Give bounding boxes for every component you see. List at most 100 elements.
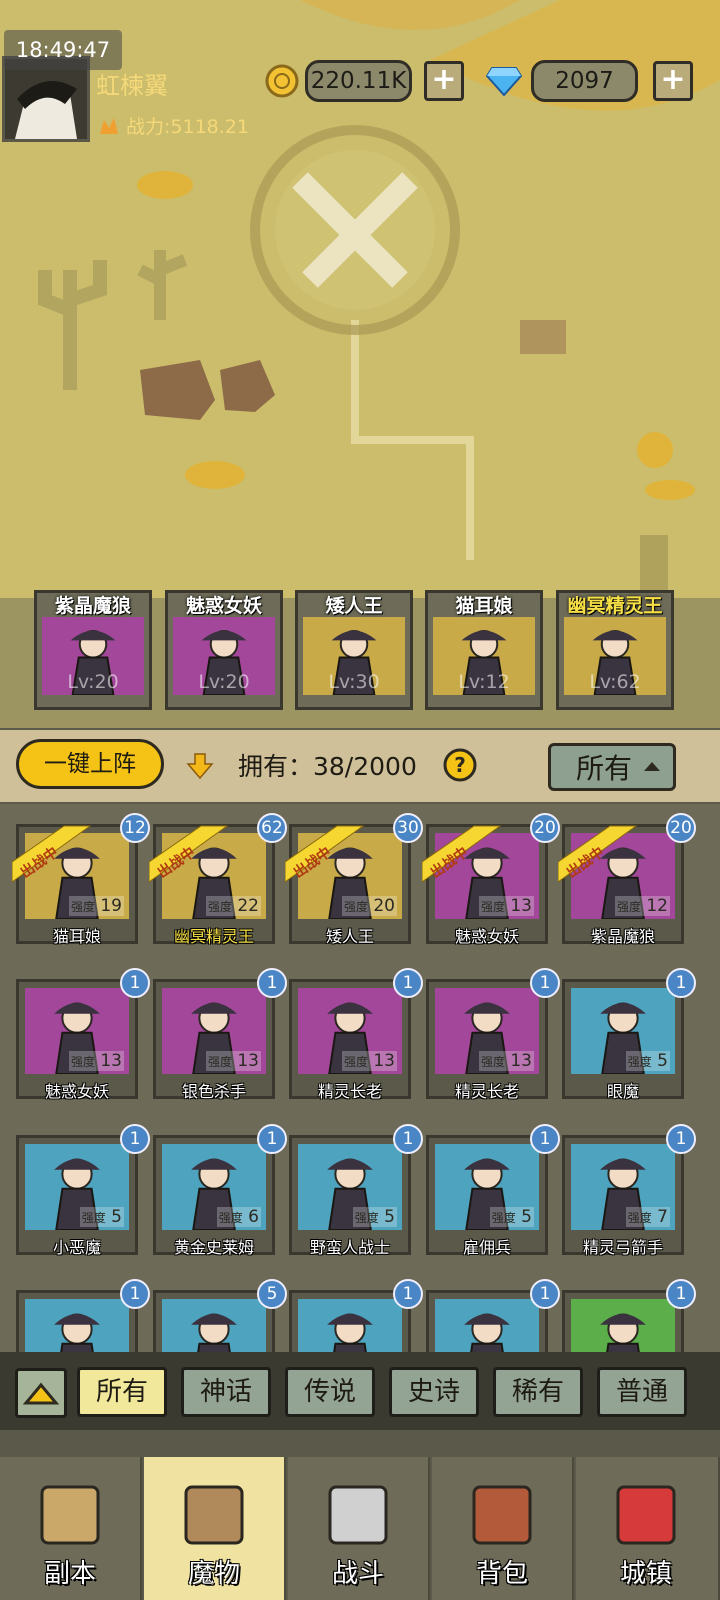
count-badge: 1 (530, 1279, 560, 1309)
strength-value: 强度 7 (625, 1207, 670, 1227)
monster-name: 银色杀手 (181, 1082, 246, 1101)
strength-value: 强度 13 (68, 1051, 124, 1071)
monster-name: 精灵弓箭手 (582, 1238, 663, 1257)
strength-value: 强度 22 (205, 896, 261, 916)
monster-card[interactable]: 强度 5 野蛮人战士 1 (289, 1124, 423, 1259)
help-icon[interactable]: ? (443, 748, 477, 782)
lineup-level: Lv:62 (589, 671, 641, 693)
nav-item[interactable]: 魔物 (144, 1457, 286, 1600)
count-badge: 1 (393, 968, 423, 998)
lineup-slot[interactable]: 魅惑女妖 Lv:20 (165, 590, 283, 710)
monster-card[interactable]: 强度 13 魅惑女妖 1 (16, 968, 150, 1103)
rarity-tab[interactable]: 稀有 (493, 1367, 583, 1417)
monster-name: 雇佣兵 (462, 1238, 511, 1257)
triangle-up-icon (22, 1382, 60, 1405)
count-badge: 1 (530, 1124, 560, 1154)
count-badge: 1 (120, 968, 150, 998)
strength-number: 5 (651, 1051, 668, 1071)
strength-key: 强度 (354, 1211, 379, 1225)
lineup-slot[interactable]: 紫晶魔狼 Lv:20 (34, 590, 152, 710)
lineup-name: 魅惑女妖 (185, 595, 262, 617)
monster-card[interactable]: 强度 13 精灵长老 1 (289, 968, 423, 1103)
monster-name: 小恶魔 (52, 1238, 101, 1257)
monster-card[interactable]: 强度 22 幽冥精灵王 62 出战中 (149, 813, 287, 948)
strength-key: 强度 (627, 1055, 652, 1069)
monster-card[interactable]: 强度 13 银色杀手 1 (153, 968, 287, 1103)
monster-card[interactable]: 强度 5 小恶魔 1 (16, 1124, 150, 1259)
strength-number: 13 (94, 1051, 122, 1071)
strength-number: 13 (504, 896, 532, 916)
strength-number: 7 (651, 1207, 668, 1227)
monster-card[interactable]: 5 (153, 1279, 287, 1352)
monster-card[interactable]: 1 (426, 1279, 560, 1352)
monster-helmet-icon (180, 1477, 248, 1549)
gem-amount: 2097 (531, 60, 638, 102)
strength-value: 强度 6 (216, 1207, 261, 1227)
rarity-tab[interactable]: 普通 (597, 1367, 687, 1417)
monster-card[interactable]: 强度 20 矮人王 30 出战中 (285, 813, 423, 948)
lineup-slot[interactable]: 猫耳娘 Lv:12 (425, 590, 543, 710)
nav-item[interactable]: 战斗 (288, 1457, 430, 1600)
player-name: 虹楝翼 (96, 72, 168, 100)
rarity-tab[interactable]: 史诗 (389, 1367, 479, 1417)
avatar-art (5, 59, 87, 139)
count-badge: 1 (120, 1279, 150, 1309)
strength-key: 强度 (627, 1211, 652, 1225)
monster-card[interactable]: 强度 13 魅惑女妖 20 出战中 (422, 813, 560, 948)
deployed-ribbon: 出战中 (12, 825, 98, 883)
monster-portrait (25, 1299, 129, 1352)
monster-card[interactable]: 强度 6 黄金史莱姆 1 (153, 1124, 287, 1259)
monster-card[interactable]: 1 (16, 1279, 150, 1352)
count-badge: 5 (257, 1279, 287, 1309)
nav-item[interactable]: 副本 (0, 1457, 142, 1600)
monster-card[interactable]: 1 (289, 1279, 423, 1352)
monster-card[interactable]: 强度 19 猫耳娘 12 出战中 (12, 813, 150, 948)
caret-up-icon (644, 762, 660, 771)
gold-coin-icon (265, 64, 299, 98)
monster-card[interactable]: 强度 7 精灵弓箭手 1 (562, 1124, 696, 1259)
deployed-ribbon: 出战中 (149, 825, 235, 883)
strength-value: 强度 5 (625, 1051, 670, 1071)
owned-count: 拥有：38/2000 (238, 752, 417, 781)
auto-deploy-button[interactable]: 一键上阵 (16, 739, 164, 789)
monster-name: 魅惑女妖 (454, 927, 519, 946)
rarity-tab[interactable]: 神话 (181, 1367, 271, 1417)
monster-card[interactable]: 强度 13 精灵长老 1 (426, 968, 560, 1103)
count-badge: 1 (257, 1124, 287, 1154)
lineup-slot[interactable]: 幽冥精灵王 Lv:62 (556, 590, 674, 710)
gold-amount: 220.11K (305, 60, 412, 102)
deployed-ribbon: 出战中 (285, 825, 371, 883)
monster-grid[interactable]: 强度 19 猫耳娘 12 出战中 强度 22 幽冥精灵王 62 出战中 强度 20 矮人王 30 出战… (0, 804, 720, 1352)
count-badge: 1 (666, 1279, 696, 1309)
power-icon (98, 114, 120, 136)
filter-value: 所有 (576, 752, 633, 785)
strength-value: 强度 13 (478, 1051, 534, 1071)
monster-card[interactable]: 强度 5 眼魔 1 (562, 968, 696, 1103)
nav-label: 魔物 (187, 1559, 240, 1589)
monster-name: 野蛮人战士 (309, 1238, 390, 1257)
monster-name: 精灵长老 (317, 1082, 382, 1101)
strength-value: 强度 13 (478, 896, 534, 916)
rarity-tab[interactable]: 所有 (77, 1367, 167, 1417)
strength-key: 强度 (343, 900, 368, 914)
strength-value: 强度 13 (341, 1051, 397, 1071)
lineup-level: Lv:20 (198, 671, 250, 693)
monster-portrait (162, 1299, 266, 1352)
nav-item[interactable]: 背包 (432, 1457, 574, 1600)
rarity-tab[interactable]: 传说 (285, 1367, 375, 1417)
monster-name: 黄金史莱姆 (173, 1238, 254, 1257)
count-badge: 20 (530, 813, 560, 843)
nav-item[interactable]: 城镇 (576, 1457, 720, 1600)
add-gem-button[interactable]: + (653, 61, 693, 101)
monster-card[interactable]: 强度 12 紫晶魔狼 20 出战中 (558, 813, 696, 948)
collapse-button[interactable] (15, 1368, 67, 1418)
lineup-slot[interactable]: 矮人王 Lv:30 (295, 590, 413, 710)
count-badge: 1 (393, 1124, 423, 1154)
status-time: 18:49:47 (4, 30, 122, 70)
monster-card[interactable]: 1 (562, 1279, 696, 1352)
strength-number: 20 (367, 896, 395, 916)
add-gold-button[interactable]: + (424, 61, 464, 101)
monster-card[interactable]: 强度 5 雇佣兵 1 (426, 1124, 560, 1259)
monster-name: 魅惑女妖 (44, 1082, 109, 1101)
strength-value: 强度 5 (79, 1207, 124, 1227)
